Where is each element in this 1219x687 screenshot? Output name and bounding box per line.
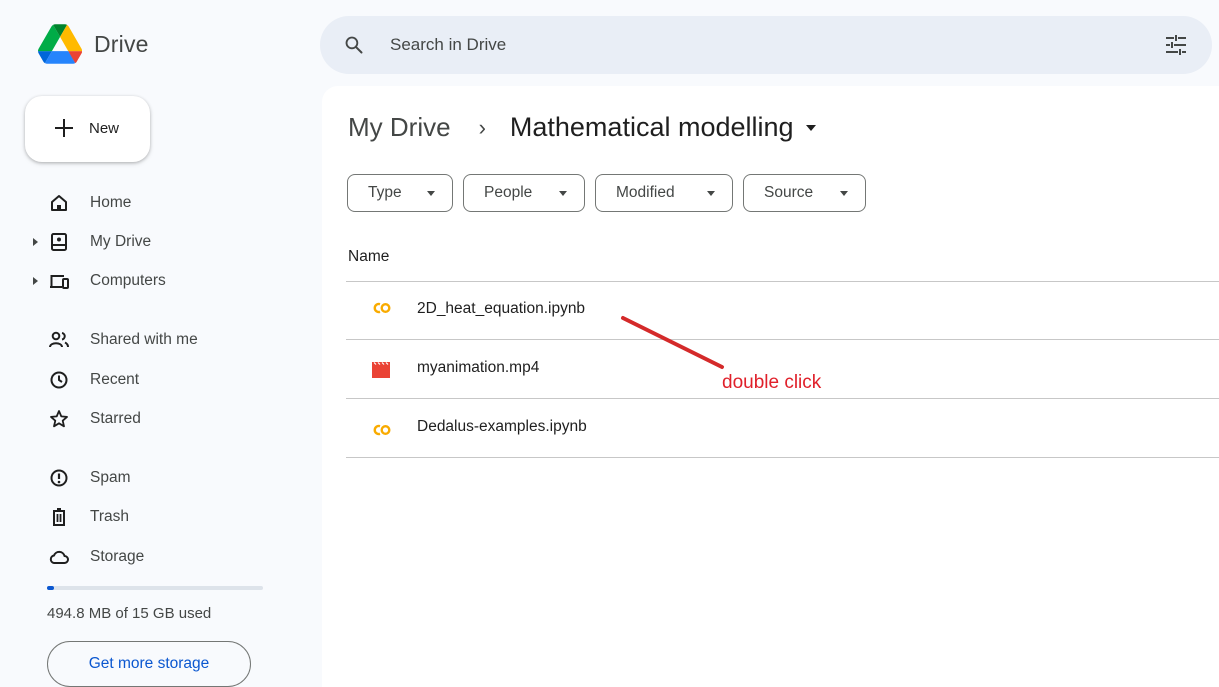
- filter-chip-modified[interactable]: Modified: [595, 174, 733, 212]
- sidebar-item-recent[interactable]: Recent: [0, 362, 300, 398]
- sidebar-item-label: Recent: [90, 371, 140, 388]
- colab-icon: [373, 302, 391, 314]
- filter-chip-label: Modified: [616, 184, 675, 201]
- drive-logo-icon: [38, 24, 82, 64]
- expand-arrow-icon[interactable]: [33, 277, 38, 285]
- sidebar-item-label: Trash: [90, 508, 130, 525]
- file-name: Dedalus-examples.ipynb: [417, 418, 587, 435]
- search-input[interactable]: [390, 30, 1090, 60]
- sidebar-item-trash[interactable]: Trash: [0, 499, 300, 535]
- filter-chip-label: People: [484, 184, 533, 201]
- breadcrumb-my-drive[interactable]: My Drive: [348, 112, 451, 143]
- folder-menu-arrow-icon[interactable]: [805, 124, 816, 131]
- sidebar-item-shared-with-me[interactable]: Shared with me: [0, 322, 300, 358]
- chevron-down-icon: [840, 191, 848, 196]
- annotation-text: double click: [722, 372, 822, 393]
- search-icon[interactable]: [344, 35, 364, 55]
- sidebar-item-label: Storage: [90, 548, 145, 565]
- filter-chip-source[interactable]: Source: [743, 174, 866, 212]
- computers-icon: [50, 275, 69, 289]
- sidebar-item-label: Home: [90, 194, 132, 211]
- colab-icon: [373, 424, 391, 436]
- filter-chip-label: Source: [764, 184, 814, 201]
- storage-progress-bar: [47, 586, 263, 590]
- drive-logo[interactable]: Drive: [38, 24, 149, 64]
- file-row[interactable]: 2D_heat_equation.ipynb: [346, 282, 1219, 340]
- sidebar-item-starred[interactable]: Starred: [0, 401, 300, 437]
- star-icon: [50, 410, 68, 428]
- filter-chip-label: Type: [368, 184, 402, 201]
- chevron-down-icon: [559, 191, 567, 196]
- storage-progress-fill: [47, 586, 54, 590]
- breadcrumb: My Drive › Mathematical modelling: [348, 112, 816, 143]
- clock-icon: [50, 371, 68, 389]
- breadcrumb-separator: ›: [478, 114, 486, 140]
- new-button[interactable]: New: [25, 96, 150, 162]
- sidebar-item-label: Computers: [90, 272, 166, 289]
- sidebar-item-label: Spam: [90, 469, 131, 486]
- sidebar-item-label: My Drive: [90, 233, 152, 250]
- shared-icon: [49, 331, 69, 348]
- chevron-down-icon: [427, 191, 435, 196]
- my-drive-icon: [51, 233, 67, 251]
- cloud-icon: [49, 550, 69, 564]
- filter-chip-people[interactable]: People: [463, 174, 585, 212]
- new-button-label: New: [89, 120, 120, 137]
- sidebar-item-label: Starred: [90, 410, 141, 427]
- get-more-storage-button[interactable]: Get more storage: [47, 641, 251, 687]
- plus-icon: [55, 119, 73, 137]
- breadcrumb-current-folder[interactable]: Mathematical modelling: [510, 112, 794, 143]
- spam-icon: [50, 469, 68, 487]
- sidebar-item-label: Shared with me: [90, 331, 198, 348]
- sidebar-item-spam[interactable]: Spam: [0, 460, 300, 496]
- chevron-down-icon: [707, 191, 715, 196]
- sidebar-item-computers[interactable]: Computers: [0, 263, 300, 299]
- expand-arrow-icon[interactable]: [33, 238, 38, 246]
- file-row[interactable]: Dedalus-examples.ipynb: [346, 400, 1219, 458]
- sidebar-item-home[interactable]: Home: [0, 185, 300, 221]
- file-name: myanimation.mp4: [417, 359, 540, 376]
- filter-chip-type[interactable]: Type: [347, 174, 453, 212]
- sidebar-item-storage[interactable]: Storage: [0, 539, 300, 575]
- file-name: 2D_heat_equation.ipynb: [417, 300, 586, 317]
- storage-used-text: 494.8 MB of 15 GB used: [47, 605, 212, 622]
- home-icon: [51, 195, 67, 211]
- sidebar-item-my-drive[interactable]: My Drive: [0, 224, 300, 260]
- video-icon: [372, 362, 390, 378]
- app-name: Drive: [94, 30, 149, 57]
- column-header-name[interactable]: Name: [348, 248, 389, 266]
- trash-icon: [53, 508, 65, 526]
- search-options-icon[interactable]: [1164, 34, 1188, 56]
- search-bar[interactable]: [320, 16, 1212, 74]
